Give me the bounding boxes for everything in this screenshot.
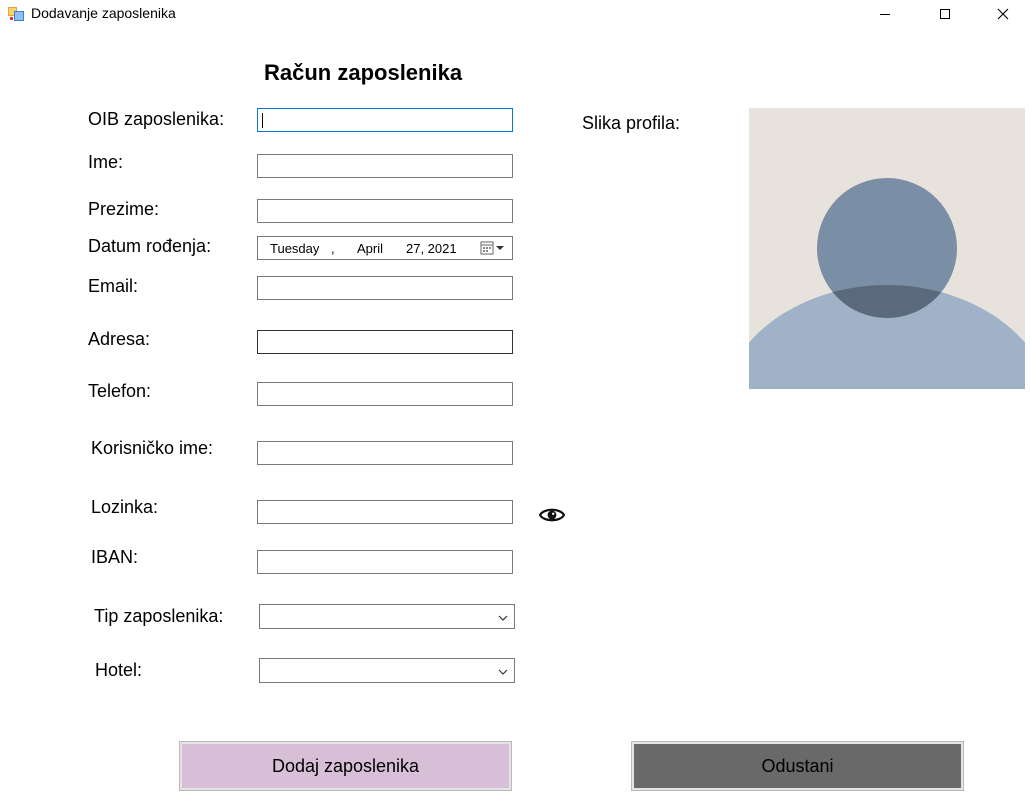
hotel-select[interactable] — [259, 658, 515, 683]
profile-picture[interactable] — [749, 108, 1025, 389]
korisnicko-ime-input[interactable] — [257, 441, 513, 465]
close-button[interactable] — [980, 0, 1026, 28]
tip-zaposlenika-select[interactable] — [259, 604, 515, 629]
hotel-label: Hotel: — [95, 660, 143, 680]
oib-label: OIB zaposlenika: — [88, 109, 225, 129]
calendar-icon — [480, 241, 504, 255]
prezime-input[interactable] — [257, 199, 513, 223]
app-form-icon — [8, 6, 24, 22]
add-employee-button[interactable]: Dodaj zaposlenika — [179, 741, 512, 791]
calendar-dropdown-button[interactable] — [480, 241, 506, 258]
chevron-down-icon — [497, 665, 509, 683]
form-heading: Račun zaposlenika — [264, 60, 463, 85]
datum-label: Datum rođenja: — [88, 236, 212, 256]
adresa-label: Adresa: — [88, 329, 151, 349]
korisnicko-ime-label: Korisničko ime: — [91, 438, 214, 458]
lozinka-input[interactable] — [257, 500, 513, 524]
chevron-down-icon — [497, 611, 509, 629]
show-password-button[interactable] — [538, 506, 566, 529]
date-day-year[interactable]: 27, 2021 — [406, 241, 457, 256]
text-caret — [262, 113, 263, 128]
iban-label: IBAN: — [91, 547, 139, 567]
cancel-button[interactable]: Odustani — [631, 741, 964, 791]
telefon-input[interactable] — [257, 382, 513, 406]
adresa-input[interactable] — [257, 330, 513, 354]
lozinka-label: Lozinka: — [91, 497, 159, 517]
ime-input[interactable] — [257, 154, 513, 178]
date-weekday[interactable]: Tuesday — [270, 241, 319, 256]
ime-label: Ime: — [88, 152, 124, 172]
minimize-button[interactable] — [862, 0, 908, 28]
datum-rodenja-picker[interactable]: Tuesday , April 27, 2021 — [257, 236, 513, 260]
profile-picture-label: Slika profila: — [582, 113, 681, 133]
title-bar: Dodavanje zaposlenika — [0, 0, 1030, 28]
minimize-icon — [880, 14, 890, 15]
tip-zaposlenika-label: Tip zaposlenika: — [94, 606, 224, 626]
email-input[interactable] — [257, 276, 513, 300]
maximize-button[interactable] — [922, 0, 968, 28]
avatar-placeholder-icon — [749, 108, 1025, 389]
iban-input[interactable] — [257, 550, 513, 574]
oib-input[interactable] — [257, 108, 513, 132]
eye-icon — [538, 508, 566, 522]
window-title: Dodavanje zaposlenika — [31, 5, 176, 21]
prezime-label: Prezime: — [88, 199, 160, 219]
close-icon — [997, 8, 1009, 20]
maximize-icon — [940, 9, 950, 19]
email-label: Email: — [88, 276, 139, 296]
telefon-label: Telefon: — [88, 381, 152, 401]
date-month[interactable]: April — [357, 241, 383, 256]
date-separator: , — [331, 241, 335, 256]
